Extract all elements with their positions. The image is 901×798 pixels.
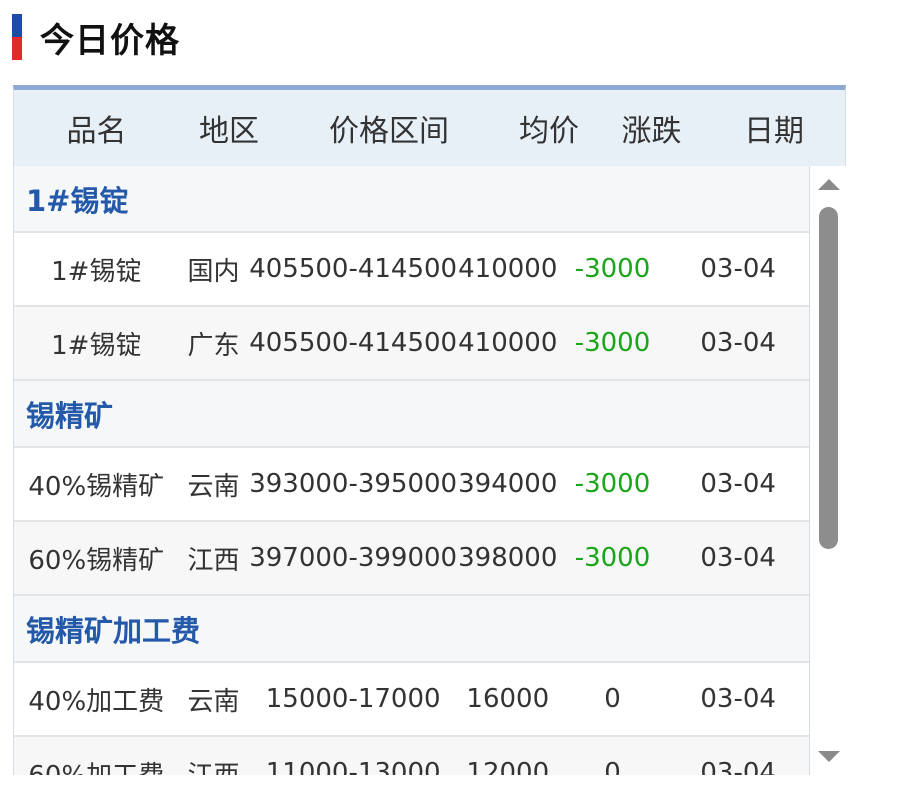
- table-body[interactable]: 1#锡锭 1#锡锭 国内 405500-414500 410000 -3000 …: [13, 166, 810, 775]
- vertical-scrollbar[interactable]: [810, 167, 846, 774]
- column-header-region: 地区: [199, 114, 259, 149]
- cell-region: 江西: [187, 545, 240, 576]
- cell-date: 03-04: [700, 469, 776, 499]
- title-accent-bar: [12, 14, 22, 60]
- cell-date: 03-04: [700, 543, 776, 573]
- scrollbar-thumb[interactable]: [819, 207, 838, 549]
- cell-date: 03-04: [700, 328, 776, 358]
- column-header-range: 价格区间: [329, 114, 449, 149]
- cell-avg: 410000: [458, 328, 558, 358]
- group-label: 1#锡锭: [26, 183, 129, 218]
- cell-range: 15000-17000: [265, 684, 441, 714]
- cell-range: 11000-13000: [265, 758, 441, 775]
- table-row[interactable]: 60%锡精矿 江西 397000-399000 398000 -3000 03-…: [14, 522, 809, 596]
- column-header-date: 日期: [744, 114, 804, 149]
- cell-change: -3000: [574, 469, 651, 499]
- group-row: 锡精矿: [14, 381, 809, 448]
- cell-name: 1#锡锭: [51, 256, 142, 287]
- cell-range: 405500-414500: [249, 328, 458, 358]
- group-row: 锡精矿加工费: [14, 596, 809, 663]
- cell-date: 03-04: [700, 254, 776, 284]
- cell-name: 1#锡锭: [51, 330, 142, 361]
- cell-change: -3000: [574, 543, 651, 573]
- table-header: 品名 地区 价格区间 均价 涨跌 日期: [13, 85, 846, 166]
- cell-range: 405500-414500: [249, 254, 458, 284]
- group-label: 锡精矿: [26, 398, 114, 433]
- group-label: 锡精矿加工费: [26, 613, 201, 648]
- cell-change: 0: [604, 684, 621, 714]
- cell-range: 397000-399000: [249, 543, 458, 573]
- page-title: 今日价格: [40, 20, 180, 61]
- cell-change: -3000: [574, 328, 651, 358]
- cell-avg: 410000: [458, 254, 558, 284]
- table-row[interactable]: 60%加工费 江西 11000-13000 12000 0 03-04: [14, 737, 809, 775]
- triangle-down-icon[interactable]: [818, 751, 840, 762]
- cell-region: 云南: [187, 471, 240, 502]
- column-header-name: 品名: [66, 114, 127, 149]
- column-header-change: 涨跌: [621, 114, 682, 149]
- cell-avg: 394000: [458, 469, 558, 499]
- column-header-avg: 均价: [519, 114, 579, 149]
- cell-avg: 16000: [466, 684, 550, 714]
- cell-name: 60%加工费: [14, 755, 179, 776]
- cell-region: 广东: [187, 330, 240, 361]
- section-title: 今日价格: [12, 14, 180, 61]
- cell-date: 03-04: [700, 758, 776, 775]
- group-row: 1#锡锭: [14, 166, 809, 233]
- price-table: 品名 地区 价格区间 均价 涨跌 日期 1#锡锭 1#锡锭 国内 405500-…: [13, 85, 846, 775]
- cell-avg: 398000: [458, 543, 558, 573]
- cell-region: 国内: [187, 256, 240, 287]
- cell-change: 0: [604, 758, 621, 775]
- table-row[interactable]: 40%锡精矿 云南 393000-395000 394000 -3000 03-…: [14, 448, 809, 522]
- cell-name: 60%锡精矿: [28, 545, 165, 576]
- table-row[interactable]: 1#锡锭 广东 405500-414500 410000 -3000 03-04: [14, 307, 809, 381]
- cell-region: 江西: [179, 755, 249, 776]
- cell-range: 393000-395000: [249, 469, 458, 499]
- cell-change: -3000: [574, 254, 651, 284]
- table-row[interactable]: 1#锡锭 国内 405500-414500 410000 -3000 03-04: [14, 233, 809, 307]
- cell-name: 40%锡精矿: [28, 471, 165, 502]
- cell-region: 云南: [187, 686, 240, 717]
- cell-date: 03-04: [700, 684, 776, 714]
- triangle-up-icon[interactable]: [818, 179, 840, 190]
- table-row[interactable]: 40%加工费 云南 15000-17000 16000 0 03-04: [14, 663, 809, 737]
- cell-name: 40%加工费: [28, 686, 165, 717]
- cell-avg: 12000: [466, 758, 550, 775]
